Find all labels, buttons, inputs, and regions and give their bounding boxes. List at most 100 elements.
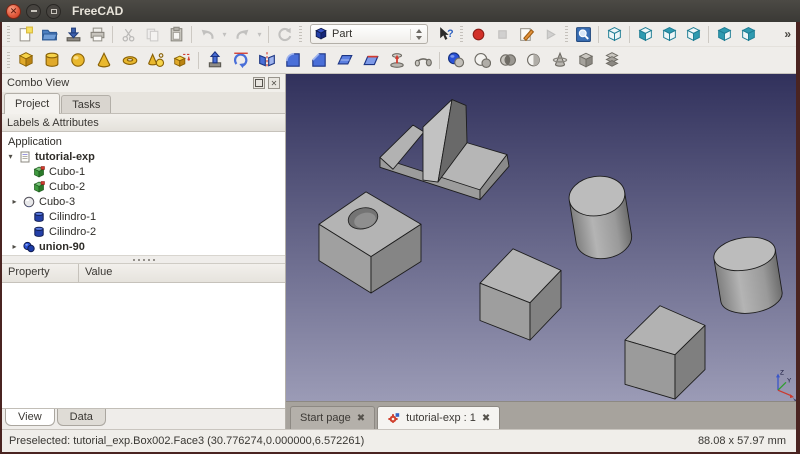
- extrude-button[interactable]: [202, 48, 228, 72]
- tab-project[interactable]: Project: [4, 93, 60, 114]
- refresh-button[interactable]: [272, 23, 296, 45]
- redo-button[interactable]: [230, 23, 254, 45]
- boolean-union-button[interactable]: [443, 48, 469, 72]
- left-view-cube-icon: [740, 26, 757, 43]
- open-folder-icon: [41, 26, 58, 43]
- toolbar-drag-handle[interactable]: [460, 26, 463, 43]
- collapsed-arrow-icon[interactable]: ▸: [10, 197, 19, 206]
- make-face-button[interactable]: [332, 48, 358, 72]
- tree-item-cubo-1[interactable]: Cubo-1: [2, 164, 285, 179]
- macro-play-button[interactable]: [538, 23, 562, 45]
- torus-button[interactable]: [117, 48, 143, 72]
- open-document-button[interactable]: [37, 23, 61, 45]
- top-view-button[interactable]: [657, 23, 681, 45]
- tab-start-page[interactable]: Start page ✖: [290, 406, 375, 429]
- macro-stop-button[interactable]: [490, 23, 514, 45]
- window-minimize-button[interactable]: [26, 4, 41, 19]
- 3d-scene[interactable]: Z Y X: [286, 74, 796, 401]
- workbench-selector[interactable]: Part: [310, 24, 428, 44]
- fit-all-button[interactable]: [571, 23, 595, 45]
- chamfer-button[interactable]: [306, 48, 332, 72]
- cut-button[interactable]: [116, 23, 140, 45]
- toolbar-drag-handle[interactable]: [299, 26, 302, 43]
- property-table-body[interactable]: [2, 283, 285, 408]
- boolean-section-button[interactable]: [521, 48, 547, 72]
- compound-button[interactable]: [573, 48, 599, 72]
- sweep-button[interactable]: [410, 48, 436, 72]
- workbench-spinner[interactable]: [410, 29, 424, 40]
- status-bar: Preselected: tutorial_exp.Box002.Face3 (…: [2, 429, 796, 452]
- tab-tasks[interactable]: Tasks: [61, 95, 111, 113]
- tab-tutorial-exp[interactable]: tutorial-exp : 1 ✖: [377, 406, 500, 429]
- tree-item-union-90[interactable]: ▸ union-90: [2, 239, 285, 254]
- shape-builder-button[interactable]: [169, 48, 195, 72]
- ruled-surface-button[interactable]: [358, 48, 384, 72]
- sphere-button[interactable]: [65, 48, 91, 72]
- tree-item-document[interactable]: ▾ tutorial-exp: [2, 149, 285, 164]
- panel-float-button[interactable]: [253, 77, 265, 89]
- axonometric-view-button[interactable]: [602, 23, 626, 45]
- fillet-icon: [284, 51, 302, 69]
- toolbar-part: [2, 47, 796, 74]
- undo-button[interactable]: [195, 23, 219, 45]
- macro-record-button[interactable]: [466, 23, 490, 45]
- boolean-common-button[interactable]: [495, 48, 521, 72]
- right-view-button[interactable]: [681, 23, 705, 45]
- 3d-viewport[interactable]: Z Y X: [286, 74, 796, 401]
- whats-this-button[interactable]: ?: [433, 23, 457, 45]
- left-view-button[interactable]: [736, 23, 760, 45]
- boolean-cut-button[interactable]: [469, 48, 495, 72]
- loft-button[interactable]: [384, 48, 410, 72]
- macro-edit-button[interactable]: [514, 23, 538, 45]
- box-button[interactable]: [13, 48, 39, 72]
- mirror-button[interactable]: [254, 48, 280, 72]
- cross-sections-button[interactable]: [547, 48, 573, 72]
- play-icon: [542, 26, 559, 43]
- new-document-button[interactable]: [13, 23, 37, 45]
- copy-button[interactable]: [140, 23, 164, 45]
- cylinder-button[interactable]: [39, 48, 65, 72]
- rear-view-button[interactable]: [712, 23, 736, 45]
- tab-data[interactable]: Data: [57, 409, 106, 426]
- maximize-icon: [51, 9, 57, 14]
- cylinder-blue-icon: [33, 211, 45, 223]
- fillet-button[interactable]: [280, 48, 306, 72]
- object-cylinder-2[interactable]: [711, 233, 784, 317]
- redo-dropdown[interactable]: ▾: [254, 23, 265, 45]
- value-column-header[interactable]: Value: [79, 264, 285, 282]
- toolbar-drag-handle[interactable]: [565, 26, 568, 43]
- compsolid-button[interactable]: [599, 48, 625, 72]
- tab-close-icon[interactable]: ✖: [357, 413, 365, 424]
- paste-button[interactable]: [164, 23, 188, 45]
- axis-z-label: Z: [780, 370, 784, 377]
- toolbar-overflow-button[interactable]: »: [781, 27, 794, 41]
- tree-item-cilindro-1[interactable]: Cilindro-1: [2, 209, 285, 224]
- revolve-button[interactable]: [228, 48, 254, 72]
- tree-item-application[interactable]: Application: [2, 134, 285, 149]
- panel-splitter[interactable]: [2, 256, 285, 264]
- undo-dropdown[interactable]: ▾: [219, 23, 230, 45]
- cone-button[interactable]: [91, 48, 117, 72]
- loft-icon: [388, 51, 406, 69]
- spin-down-icon: [416, 36, 422, 40]
- collapsed-arrow-icon[interactable]: ▸: [10, 242, 19, 251]
- window-close-button[interactable]: ✕: [6, 4, 21, 19]
- tree-item-cubo-3[interactable]: ▸ Cubo-3: [2, 194, 285, 209]
- tab-view[interactable]: View: [5, 409, 55, 426]
- tree-item-cubo-2[interactable]: Cubo-2: [2, 179, 285, 194]
- toolbar-drag-handle[interactable]: [7, 52, 10, 69]
- save-button[interactable]: [61, 23, 85, 45]
- property-column-header[interactable]: Property: [2, 264, 79, 282]
- separator: [629, 26, 630, 43]
- expanded-arrow-icon[interactable]: ▾: [6, 152, 15, 161]
- tree-item-label: Cubo-3: [39, 196, 75, 208]
- window-maximize-button[interactable]: [46, 4, 61, 19]
- panel-close-button[interactable]: ✕: [268, 77, 280, 89]
- tree-item-cilindro-2[interactable]: Cilindro-2: [2, 224, 285, 239]
- tab-close-icon[interactable]: ✖: [482, 413, 490, 424]
- box-icon: [17, 51, 35, 69]
- primitives-button[interactable]: [143, 48, 169, 72]
- toolbar-drag-handle[interactable]: [7, 26, 10, 43]
- print-button[interactable]: [85, 23, 109, 45]
- front-view-button[interactable]: [633, 23, 657, 45]
